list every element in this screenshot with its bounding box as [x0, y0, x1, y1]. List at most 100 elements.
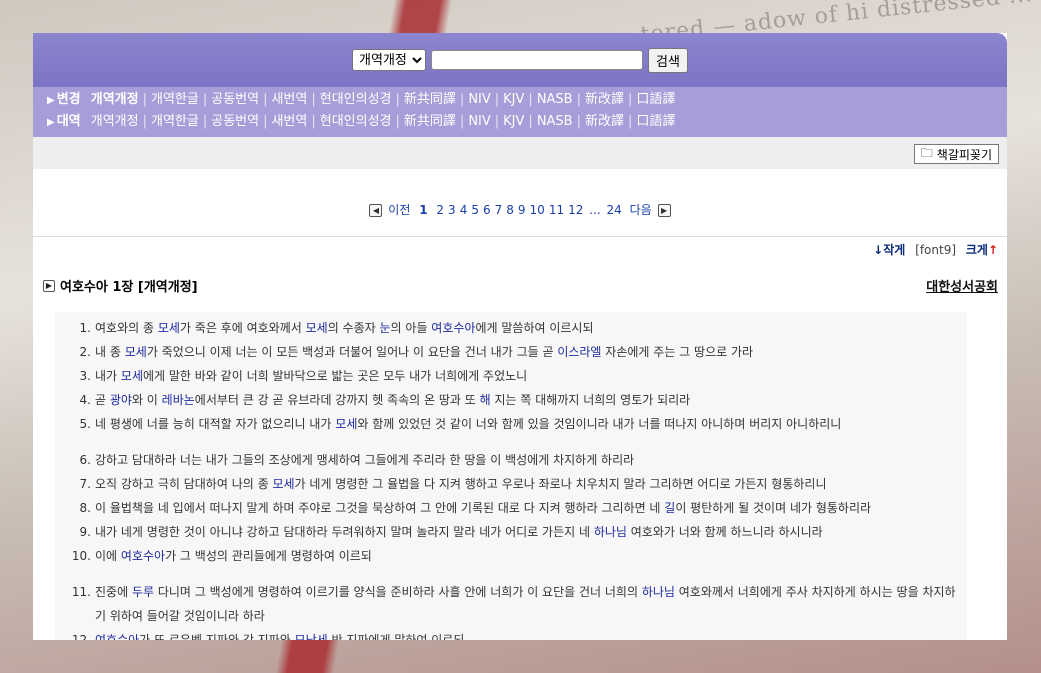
verse-number: 3. [79, 369, 91, 383]
font-smaller-link[interactable]: ↓작게 [873, 243, 905, 257]
verse-text-segment: 가 죽었으니 이제 너는 이 모든 백성과 더불어 일어나 이 요단을 건너 내… [146, 345, 558, 359]
verse-text-segment: 여호와가 너와 함께 하느니라 하시니라 [626, 525, 823, 539]
search-input[interactable] [431, 50, 644, 70]
verse-text: 이 율법책을 네 입에서 떠나지 말게 하며 주야로 그것을 묵상하여 그 안에… [95, 496, 967, 520]
dictionary-link[interactable]: 모세 [158, 321, 180, 335]
next-arrow-icon[interactable]: ▶ [657, 204, 671, 217]
version-link[interactable]: 口語譯 [636, 114, 675, 129]
prev-link[interactable]: 이전 [388, 203, 410, 217]
version-row-label: 대역 [56, 114, 81, 129]
page-link[interactable]: 3 [448, 203, 456, 217]
dictionary-link[interactable]: 모세 [125, 345, 147, 359]
verse-text-segment: 내가 [95, 369, 121, 383]
version-link[interactable]: 공동번역 [211, 92, 259, 107]
dictionary-link[interactable]: 므낫세 [295, 633, 328, 640]
triangle-right-icon: ▶ [47, 117, 55, 128]
play-icon[interactable]: ▶ [43, 279, 55, 292]
dictionary-link[interactable]: 여호수아 [95, 633, 139, 640]
dictionary-link[interactable]: 두루 [132, 585, 154, 599]
dictionary-link[interactable]: 모세 [272, 477, 294, 491]
verse-item: 9. 내가 네게 명령한 것이 아니냐 강하고 담대하라 두려워하지 말며 놀라지… [55, 520, 967, 544]
triangle-right-icon: ▶ [47, 95, 55, 106]
separator: | [459, 92, 465, 107]
page-link-last[interactable]: 24 [606, 203, 621, 217]
version-link[interactable]: 新改譯 [585, 92, 624, 107]
page-link[interactable]: 4 [460, 203, 468, 217]
separator: | [528, 92, 533, 107]
page-link[interactable]: 2 [436, 203, 444, 217]
page-link[interactable]: 10 [530, 203, 545, 217]
version-link[interactable]: NIV [468, 92, 490, 107]
font-larger-link[interactable]: 크게↑ [966, 243, 998, 257]
separator: | [202, 92, 208, 107]
dictionary-link[interactable]: 모세 [121, 369, 143, 383]
page-link[interactable]: 11 [549, 203, 564, 217]
version-link[interactable]: NASB [537, 92, 573, 107]
dictionary-link[interactable]: 눈 [380, 321, 391, 335]
separator: | [263, 114, 268, 129]
verse-text: 내가 모세에게 말한 바와 같이 너희 발바닥으로 밟는 곳은 모두 내가 너희… [95, 364, 967, 388]
dictionary-link[interactable]: 이스라엘 [557, 345, 601, 359]
verse-item: 10. 이에 여호수아가 그 백성의 관리들에게 명령하여 이르되 [55, 544, 967, 568]
version-link[interactable]: NIV [468, 114, 490, 129]
dictionary-link[interactable]: 광야 [110, 393, 132, 407]
version-link[interactable]: 개역한글 [151, 114, 199, 129]
chapter-header: ▶ 여호수아 1장 [개역개정] 대한성서공회 [33, 276, 1007, 295]
verse-text: 여호와의 종 모세가 죽은 후에 여호와께서 모세의 수종자 눈의 아들 여호수… [95, 316, 967, 340]
separator: | [576, 92, 581, 107]
next-link[interactable]: 다음 [630, 203, 652, 217]
tool-bar: 🗀 책갈피꽂기 [33, 137, 1007, 169]
version-link[interactable]: 新共同譯 [404, 114, 456, 129]
dictionary-link[interactable]: 여호수아 [431, 321, 475, 335]
dictionary-link[interactable]: 모세 [335, 417, 357, 431]
verse-number: 8. [79, 501, 91, 515]
search-bar: 개역개정 검색 [33, 33, 1007, 87]
dictionary-link[interactable]: 모세 [306, 321, 328, 335]
version-link[interactable]: KJV [503, 114, 524, 129]
version-link[interactable]: 현대인의성경 [320, 92, 392, 107]
page-link[interactable]: 8 [506, 203, 514, 217]
verse-text-segment: 가 또 르우벤 지파와 갓 지파와 [139, 633, 295, 640]
verse-text-segment: 에게 말한 바와 같이 너희 발바닥으로 밟는 곳은 모두 내가 너희에게 주었… [143, 369, 528, 383]
chapter-title: ▶ 여호수아 1장 [개역개정] [43, 276, 198, 295]
dictionary-link[interactable]: 해 [480, 393, 491, 407]
version-link[interactable]: 口語譯 [636, 92, 675, 107]
page-link[interactable]: 6 [483, 203, 491, 217]
page-link[interactable]: 9 [518, 203, 526, 217]
version-link[interactable]: NASB [537, 114, 573, 129]
version-link[interactable]: 개역개정 [91, 92, 139, 107]
dictionary-link[interactable]: 하나님 [642, 585, 675, 599]
page-link[interactable]: 7 [495, 203, 503, 217]
pager-ellipsis: ... [589, 203, 601, 217]
version-link[interactable]: 공동번역 [211, 114, 259, 129]
verse-item: 8. 이 율법책을 네 입에서 떠나지 말게 하며 주야로 그것을 묵상하여 그 … [55, 496, 967, 520]
version-link[interactable]: 新改譯 [585, 114, 624, 129]
search-button[interactable]: 검색 [648, 47, 688, 73]
separator: | [395, 114, 400, 129]
prev-arrow-icon[interactable]: ◀ [369, 204, 383, 217]
bookmark-button[interactable]: 🗀 책갈피꽂기 [913, 144, 999, 164]
dictionary-link[interactable]: 레바논 [162, 393, 195, 407]
verse-text-segment: 가 네게 명령한 그 율법을 다 지켜 행하고 우로나 좌로나 치우치지 말라 … [294, 477, 827, 491]
verse-text-segment: 진중에 [95, 585, 132, 599]
dictionary-link[interactable]: 여호수아 [121, 549, 165, 563]
separator: | [628, 114, 633, 129]
version-link[interactable]: 개역개정 [91, 114, 139, 129]
version-select[interactable]: 개역개정 [352, 49, 427, 71]
page-link[interactable]: 12 [568, 203, 583, 217]
version-link[interactable]: 新共同譯 [404, 92, 456, 107]
version-link[interactable]: 개역한글 [151, 92, 199, 107]
version-link[interactable]: 현대인의성경 [320, 114, 392, 129]
up-arrow-icon: ↑ [987, 243, 998, 257]
separator: | [459, 114, 465, 129]
version-link[interactable]: 새번역 [271, 114, 307, 129]
verse-text-segment: 이 평탄하게 될 것이며 네가 형통하리라 [675, 501, 872, 515]
verse-text-segment: 여호와의 종 [95, 321, 158, 335]
dictionary-link[interactable]: 하나님 [594, 525, 627, 539]
version-link[interactable]: 새번역 [271, 92, 307, 107]
publisher-link[interactable]: 대한성서공회 [926, 276, 998, 295]
page-link[interactable]: 5 [471, 203, 479, 217]
verse-text: 이에 여호수아가 그 백성의 관리들에게 명령하여 이르되 [95, 544, 967, 568]
dictionary-link[interactable]: 길 [664, 501, 675, 515]
version-link[interactable]: KJV [503, 92, 524, 107]
